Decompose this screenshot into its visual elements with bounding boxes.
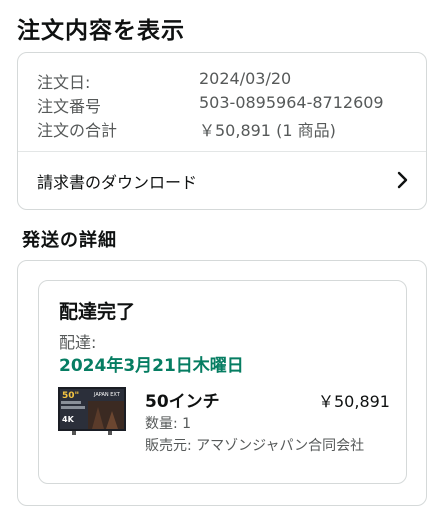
download-invoice-label: 請求書のダウンロード [37, 173, 198, 192]
delivered-date: 2024年3月21日木曜日 [59, 356, 244, 376]
delivered-label: 配達: [59, 333, 97, 352]
product-name-link[interactable]: 50インチ [145, 387, 220, 412]
thumbnail-4k-badge: 4K [62, 415, 75, 424]
order-total-label: 注文の合計 [37, 121, 118, 140]
order-number-label: 注文番号 [37, 97, 102, 116]
chevron-right-icon [397, 171, 408, 189]
page-title: 注文内容を表示 [17, 18, 185, 44]
thumbnail-size-text: 50" [62, 391, 79, 401]
order-number-value: 503-0895964-8712609 [199, 93, 384, 112]
shipping-section-title: 発送の詳細 [22, 230, 117, 251]
delivery-status: 配達完了 [59, 301, 136, 323]
product-seller: 販売元: アマゾンジャパン合同会社 [145, 438, 365, 454]
order-date-label: 注文日: [37, 73, 91, 92]
order-date-value: 2024/03/20 [199, 69, 292, 88]
order-summary-card: 注文日: 2024/03/20 注文番号 503-0895964-8712609… [17, 52, 427, 210]
product-thumbnail[interactable]: 50" JAPAN EXT 4K [58, 387, 126, 435]
thumbnail-brand-text: JAPAN EXT [93, 392, 121, 398]
product-quantity: 数量: 1 [145, 416, 192, 432]
shipment-card: 配達完了 配達: 2024年3月21日木曜日 50" JAPAN EXT 4K … [17, 260, 427, 506]
shipment-details-box: 配達完了 配達: 2024年3月21日木曜日 50" JAPAN EXT 4K … [38, 280, 407, 484]
product-price: ￥50,891 [318, 392, 390, 411]
download-invoice-link[interactable]: 請求書のダウンロード [18, 152, 426, 209]
order-total-value: ￥50,891 (1 商品) [199, 121, 336, 140]
